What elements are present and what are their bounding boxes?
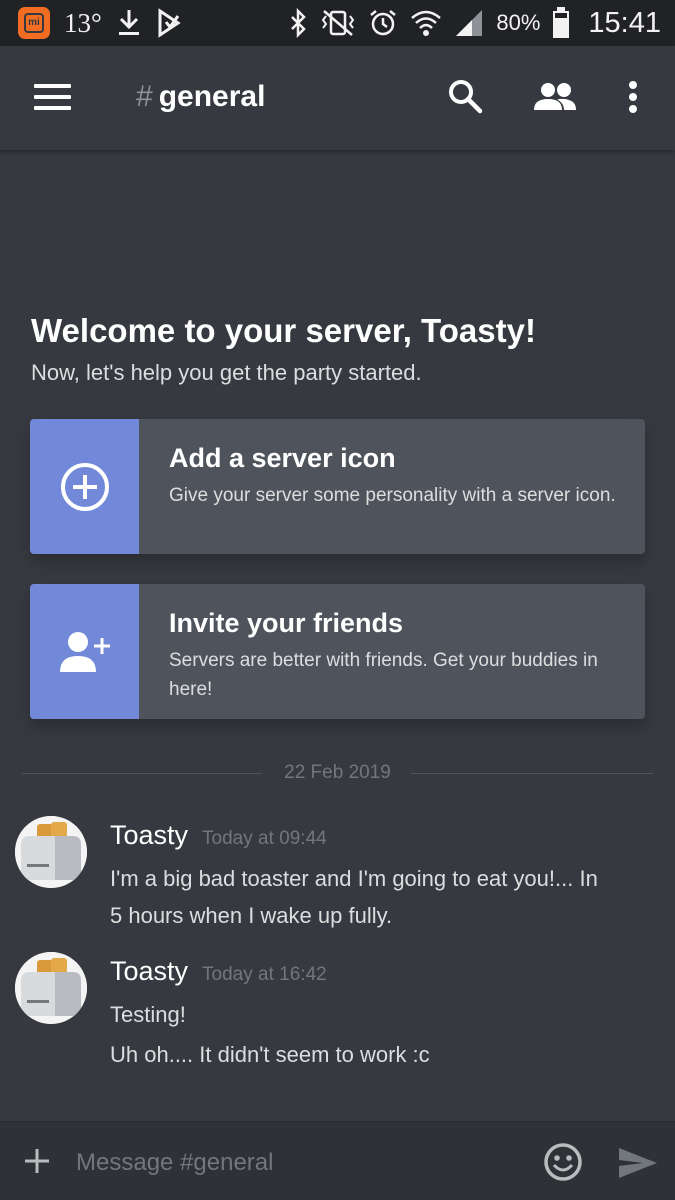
message-author[interactable]: Toasty Today at 16:42 <box>110 956 327 987</box>
signal-icon <box>456 10 483 36</box>
play-store-icon <box>158 8 181 38</box>
status-bar: mi 13° 80% 15:41 <box>0 0 675 46</box>
message-timestamp: Today at 09:44 <box>202 828 327 849</box>
toaster-avatar-icon <box>15 816 87 888</box>
battery-percentage: 80% <box>496 10 541 35</box>
message-composer <box>0 1121 675 1200</box>
more-options-icon[interactable] <box>627 80 639 114</box>
battery-icon <box>553 7 570 38</box>
channel-hash: # <box>136 80 153 113</box>
avatar[interactable] <box>15 816 87 888</box>
search-icon[interactable] <box>447 78 483 114</box>
date-divider: 22 Feb 2019 <box>22 762 653 783</box>
add-attachment-icon[interactable] <box>24 1148 50 1174</box>
message-author[interactable]: Toasty Today at 09:44 <box>110 820 327 851</box>
author-name[interactable]: Toasty <box>110 820 188 850</box>
temperature: 13° <box>64 7 102 38</box>
card-icon-box <box>30 419 139 554</box>
status-bar-right: 80% 15:41 <box>288 7 661 40</box>
card-icon-box <box>30 584 139 719</box>
add-circle-icon <box>60 462 109 511</box>
status-bar-left: mi 13° <box>18 7 182 39</box>
message-line: Uh oh.... It didn't seem to work :c <box>110 1042 430 1067</box>
card-description: Give your server some personality with a… <box>169 485 616 506</box>
app-bar: # general <box>0 46 675 150</box>
vibrate-icon <box>322 10 355 36</box>
channel-title: # general <box>136 80 265 114</box>
members-icon[interactable] <box>533 82 577 112</box>
message-input[interactable] <box>76 1148 516 1178</box>
message-item[interactable]: Toasty Today at 09:44 I'm a big bad toast… <box>0 816 675 936</box>
add-user-icon <box>59 631 110 672</box>
wifi-icon <box>411 10 442 36</box>
add-server-icon-card[interactable]: Add a server icon Give your server some … <box>30 419 645 554</box>
welcome-title: Welcome to your server, Toasty! <box>31 312 536 349</box>
message-line: Testing! <box>110 1002 186 1027</box>
mi-app-icon: mi <box>18 7 50 39</box>
alarm-icon <box>370 10 397 36</box>
author-name[interactable]: Toasty <box>110 956 188 986</box>
download-icon <box>118 10 139 35</box>
avatar[interactable] <box>15 952 87 1024</box>
invite-friends-card[interactable]: Invite your friends Servers are better w… <box>30 584 645 719</box>
card-title: Invite your friends <box>169 608 404 638</box>
message-line: 5 hours when I wake up fully. <box>110 903 393 928</box>
channel-name: general <box>158 80 266 113</box>
toaster-avatar-icon <box>15 952 87 1024</box>
card-title: Add a server icon <box>169 443 396 473</box>
send-icon[interactable] <box>617 1146 659 1180</box>
message-timestamp: Today at 16:42 <box>202 964 327 985</box>
menu-icon[interactable] <box>34 84 71 110</box>
emoji-icon[interactable] <box>543 1142 583 1182</box>
welcome-subtitle: Now, let's help you get the party starte… <box>31 360 422 385</box>
divider-line-right <box>411 773 653 774</box>
message-item[interactable]: Toasty Today at 16:42 Testing! Uh oh.... … <box>0 952 675 1072</box>
message-line: I'm a big bad toaster and I'm going to e… <box>110 866 598 891</box>
card-description: Servers are better with friends. Get you… <box>169 650 598 700</box>
clock: 15:41 <box>588 6 661 39</box>
bluetooth-icon <box>291 8 307 38</box>
